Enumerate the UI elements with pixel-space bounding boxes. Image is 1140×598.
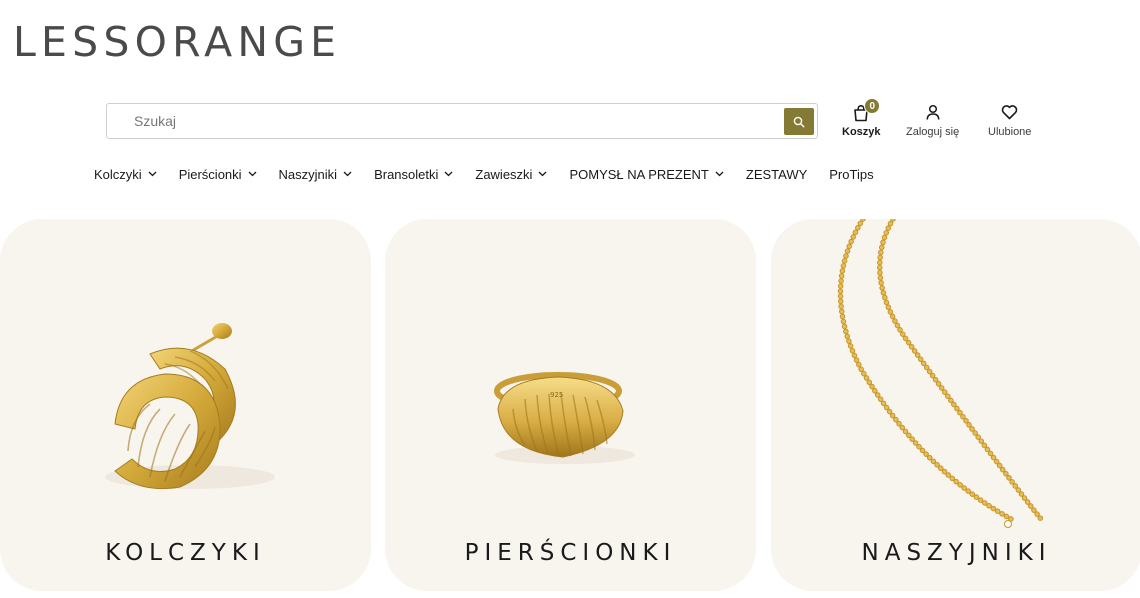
nav-item-zawieszki[interactable]: Zawieszki — [475, 164, 547, 184]
nav-item-label: ZESTAWY — [745, 166, 808, 182]
nav-item-naszyjniki[interactable]: Naszyjniki — [279, 164, 353, 184]
nav-item-label: Zawieszki — [475, 166, 533, 182]
category-card-naszyjniki[interactable]: NASZYJNIKI — [771, 219, 1140, 591]
category-card-pierscionki[interactable]: 925 PIERŚCIONKI — [385, 219, 756, 591]
search-icon — [793, 116, 805, 128]
category-grid: KOLCZYKI 925 PIERŚCIONKI NASZYJNIKI — [0, 219, 1140, 591]
nav-item-pierscionki[interactable]: Pierścionki — [179, 164, 257, 184]
chevron-down-icon — [444, 171, 453, 177]
nav-item-bransoletki[interactable]: Bransoletki — [374, 164, 453, 184]
category-card-kolczyki[interactable]: KOLCZYKI — [0, 219, 371, 591]
nav-item-kolczyki[interactable]: Kolczyki — [94, 164, 157, 184]
heart-icon — [1001, 105, 1018, 120]
necklace-image — [837, 219, 1044, 528]
nav-item-pomysl-na-prezent[interactable]: POMYSŁ NA PREZENT — [569, 164, 724, 184]
category-title: NASZYJNIKI — [861, 540, 1052, 566]
main-navigation: Kolczyki Pierścionki Naszyjniki Bransole… — [94, 164, 896, 184]
chevron-down-icon — [538, 171, 547, 177]
search-input[interactable] — [108, 105, 778, 137]
nav-item-label: Bransoletki — [374, 166, 439, 182]
chevron-down-icon — [343, 171, 352, 177]
nav-item-protips[interactable]: ProTips — [829, 164, 873, 184]
cart-button[interactable]: 0 Koszyk — [842, 98, 881, 138]
nav-item-label: Kolczyki — [94, 166, 142, 182]
favorites-button[interactable]: Ulubione — [988, 104, 1031, 138]
cart-label: Koszyk — [842, 126, 881, 138]
chevron-down-icon — [715, 171, 724, 177]
search-bar — [106, 103, 818, 139]
nav-item-label: Pierścionki — [178, 166, 242, 182]
login-label: Zaloguj się — [906, 126, 960, 138]
user-icon — [926, 104, 940, 120]
chevron-down-icon — [248, 171, 257, 177]
chevron-down-icon — [148, 171, 157, 177]
brand-logo[interactable]: LESSORANGE — [13, 20, 341, 64]
nav-item-zestawy[interactable]: ZESTAWY — [746, 164, 807, 184]
category-title: PIERŚCIONKI — [464, 540, 677, 566]
search-button[interactable] — [784, 108, 814, 135]
nav-item-label: ProTips — [829, 166, 874, 182]
ring-image: 925 — [494, 372, 635, 464]
category-title: KOLCZYKI — [105, 540, 266, 566]
nav-item-label: POMYSŁ NA PREZENT — [569, 166, 709, 182]
ring-engraving: 925 — [550, 391, 563, 399]
nav-item-label: Naszyjniki — [278, 166, 338, 182]
cart-count-badge: 0 — [864, 98, 881, 114]
favorites-label: Ulubione — [988, 126, 1032, 138]
login-button[interactable]: Zaloguj się — [906, 104, 959, 138]
earrings-image — [105, 323, 275, 490]
